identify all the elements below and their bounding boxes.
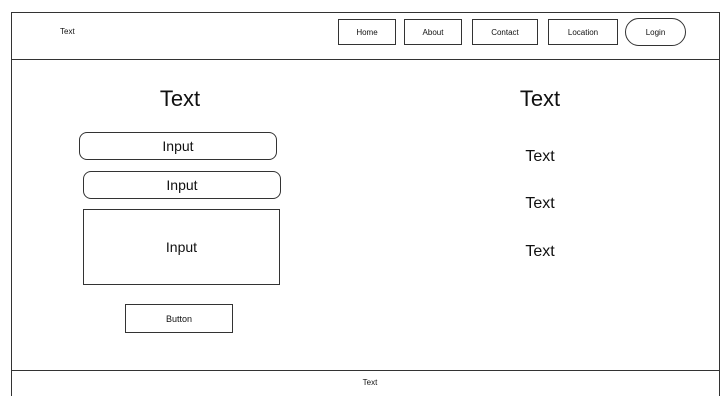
nav-location-button[interactable]: Location (548, 19, 618, 45)
brand-text: Text (60, 27, 75, 36)
nav-home-button[interactable]: Home (338, 19, 396, 45)
input-field-1[interactable]: Input (79, 132, 277, 160)
right-text-2: Text (525, 195, 555, 212)
nav-about-button[interactable]: About (404, 19, 462, 45)
input-field-2[interactable]: Input (83, 171, 281, 199)
footer-text: Text (362, 378, 378, 387)
right-text-3: Text (525, 243, 555, 260)
footer-divider (11, 370, 720, 371)
right-section-title: Text (519, 86, 561, 111)
left-section-title: Text (159, 86, 201, 111)
right-text-1: Text (525, 148, 555, 165)
nav-contact-button[interactable]: Contact (472, 19, 538, 45)
header-divider (11, 59, 720, 60)
page-frame (11, 12, 720, 396)
login-button[interactable]: Login (625, 18, 686, 46)
submit-button[interactable]: Button (125, 304, 233, 333)
textarea-input[interactable]: Input (83, 209, 280, 285)
